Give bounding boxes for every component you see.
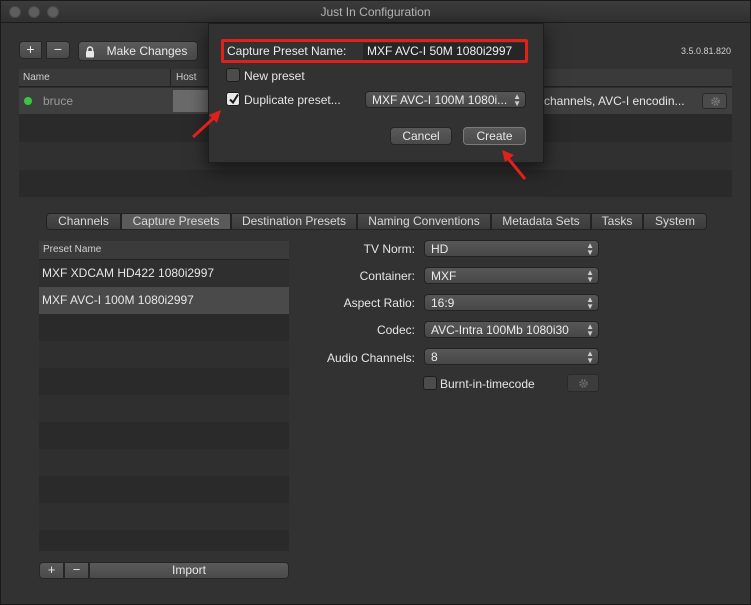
annotation-arrow-icon bbox=[502, 150, 527, 180]
audio-channels-label: Audio Channels: bbox=[326, 351, 415, 365]
tv-norm-label: TV Norm: bbox=[363, 242, 415, 256]
preset-name-label: Capture Preset Name: bbox=[227, 44, 347, 58]
preset-row-empty bbox=[39, 314, 289, 341]
preset-row-empty bbox=[39, 395, 289, 422]
remove-preset-button[interactable]: − bbox=[64, 562, 89, 579]
updown-chevron-icon: ▲ ▼ bbox=[586, 295, 594, 311]
gear-icon bbox=[578, 378, 589, 392]
tv-norm-select[interactable]: HD ▲ ▼ bbox=[424, 240, 599, 257]
add-host-button[interactable]: + bbox=[19, 41, 42, 59]
version-label: 3.5.0.81.820 bbox=[681, 46, 732, 56]
audio-channels-value: 8 bbox=[431, 350, 438, 364]
updown-chevron-icon: ▲ ▼ bbox=[513, 92, 521, 108]
aspect-ratio-value: 16:9 bbox=[431, 296, 455, 310]
codec-value: AVC-Intra 100Mb 1080i30 bbox=[431, 323, 569, 337]
tab-metadata-sets[interactable]: Metadata Sets bbox=[491, 213, 591, 230]
preset-row-empty bbox=[39, 368, 289, 395]
host-settings-button[interactable] bbox=[702, 93, 727, 109]
preset-row-empty bbox=[39, 341, 289, 368]
tab-naming-conventions[interactable]: Naming Conventions bbox=[357, 213, 491, 230]
make-changes-button[interactable]: Make Changes bbox=[78, 41, 198, 61]
preset-item[interactable]: MXF XDCAM HD422 1080i2997 bbox=[39, 260, 289, 287]
aspect-ratio-select[interactable]: 16:9 ▲ ▼ bbox=[424, 294, 599, 311]
preset-row-empty bbox=[39, 449, 289, 476]
burnin-timecode-checkbox[interactable] bbox=[423, 376, 437, 390]
duplicate-preset-label: Duplicate preset... bbox=[244, 93, 341, 107]
updown-chevron-icon: ▲ ▼ bbox=[586, 268, 594, 284]
codec-select[interactable]: AVC-Intra 100Mb 1080i30 ▲ ▼ bbox=[424, 321, 599, 338]
container-value: MXF bbox=[431, 269, 457, 283]
updown-chevron-icon: ▲ ▼ bbox=[586, 322, 594, 338]
preset-list-header[interactable]: Preset Name bbox=[39, 241, 289, 260]
preset-row-empty bbox=[39, 503, 289, 530]
preset-item-selected[interactable]: MXF AVC-I 100M 1080i2997 bbox=[39, 287, 289, 314]
cancel-button[interactable]: Cancel bbox=[390, 127, 452, 145]
duplicate-preset-checkbox[interactable] bbox=[226, 92, 240, 106]
tab-capture-presets[interactable]: Capture Presets bbox=[121, 213, 231, 230]
preset-row-empty bbox=[39, 476, 289, 503]
window-title: Just In Configuration bbox=[320, 5, 431, 19]
status-indicator bbox=[24, 97, 32, 105]
new-preset-checkbox[interactable] bbox=[226, 68, 240, 82]
new-preset-dialog: Capture Preset Name: MXF AVC-I 50M 1080i… bbox=[208, 23, 544, 163]
host-row-empty bbox=[19, 170, 732, 197]
title-bar: Just In Configuration bbox=[1, 1, 750, 23]
tab-tasks[interactable]: Tasks bbox=[591, 213, 643, 230]
gear-icon bbox=[710, 96, 721, 110]
preset-row-empty bbox=[39, 530, 289, 551]
annotation-arrow-icon bbox=[191, 110, 221, 139]
remove-host-button[interactable]: − bbox=[46, 41, 70, 59]
make-changes-label: Make Changes bbox=[106, 44, 188, 58]
burnin-settings-button[interactable] bbox=[567, 374, 599, 392]
add-preset-button[interactable]: + bbox=[39, 562, 64, 579]
container-select[interactable]: MXF ▲ ▼ bbox=[424, 267, 599, 284]
burnin-timecode-label: Burnt-in-timecode bbox=[440, 377, 535, 391]
host-detail: channels, AVC-I encodin... bbox=[544, 94, 685, 108]
tab-channels[interactable]: Channels bbox=[46, 213, 121, 230]
duplicate-source-select[interactable]: MXF AVC-I 100M 1080i... ▲ ▼ bbox=[365, 91, 526, 108]
checkmark-icon bbox=[228, 93, 240, 108]
aspect-ratio-label: Aspect Ratio: bbox=[343, 296, 415, 310]
updown-chevron-icon: ▲ ▼ bbox=[586, 241, 594, 257]
codec-label: Codec: bbox=[376, 323, 415, 337]
import-button[interactable]: Import bbox=[89, 562, 289, 579]
audio-channels-select[interactable]: 8 ▲ ▼ bbox=[424, 348, 599, 365]
updown-chevron-icon: ▲ ▼ bbox=[586, 349, 594, 365]
tab-system[interactable]: System bbox=[643, 213, 707, 230]
host-name: bruce bbox=[43, 94, 74, 108]
new-preset-label: New preset bbox=[244, 69, 305, 83]
tv-norm-value: HD bbox=[431, 242, 449, 256]
tab-destination-presets[interactable]: Destination Presets bbox=[231, 213, 357, 230]
lock-icon bbox=[85, 45, 95, 58]
preset-name-input[interactable]: MXF AVC-I 50M 1080i2997 bbox=[363, 43, 525, 60]
preset-row-empty bbox=[39, 422, 289, 449]
column-header-name[interactable]: Name bbox=[19, 69, 171, 87]
container-label: Container: bbox=[359, 269, 415, 283]
duplicate-source-value: MXF AVC-I 100M 1080i... bbox=[372, 93, 508, 107]
column-header-host[interactable]: Host bbox=[172, 69, 212, 87]
create-button[interactable]: Create bbox=[463, 127, 526, 145]
app-window: Just In Configuration + − Make Changes 3… bbox=[0, 0, 751, 605]
